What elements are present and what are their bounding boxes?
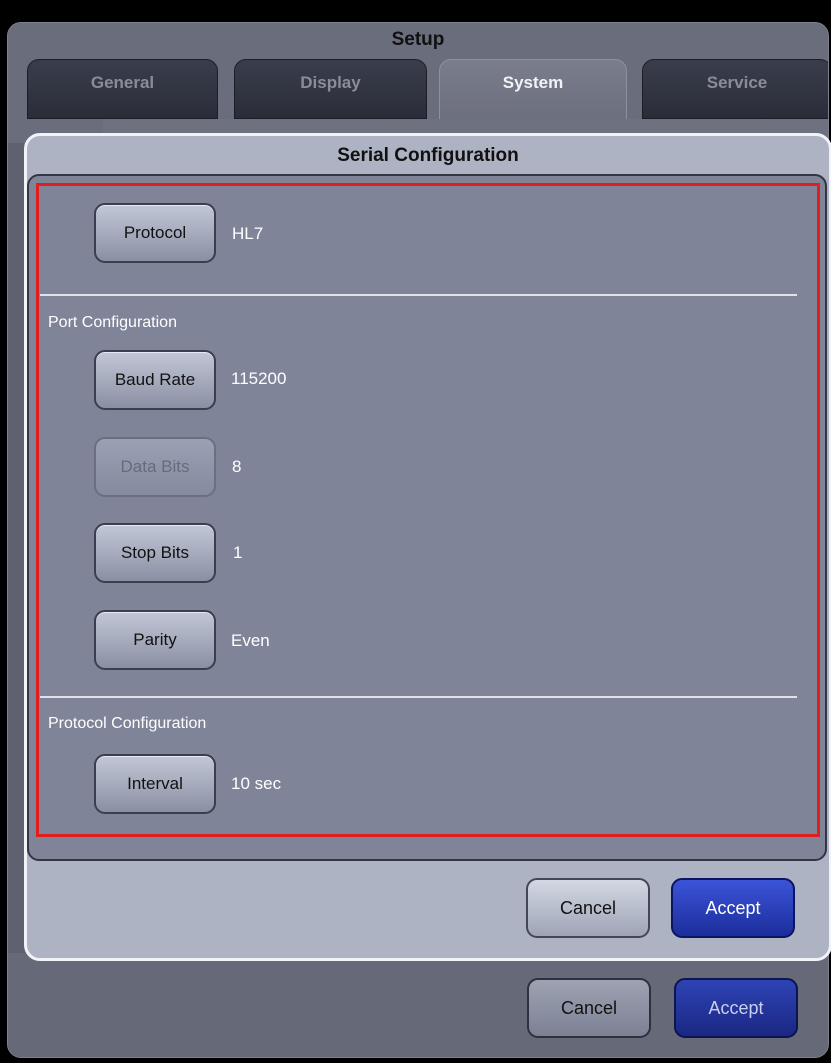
setup-accept-button[interactable]: Accept xyxy=(674,978,798,1038)
accept-button[interactable]: Accept xyxy=(671,878,795,938)
protocol-configuration-label: Protocol Configuration xyxy=(48,715,207,732)
tab-service[interactable]: Service xyxy=(642,59,828,119)
divider xyxy=(40,696,797,698)
protocol-button[interactable]: Protocol xyxy=(94,203,216,263)
data-bits-button: Data Bits xyxy=(94,437,216,497)
divider xyxy=(40,294,797,296)
stop-bits-button[interactable]: Stop Bits xyxy=(94,523,216,583)
dialog-title: Serial Configuration xyxy=(337,145,519,166)
baud-rate-value: 115200 xyxy=(231,369,287,388)
parity-value: Even xyxy=(231,631,270,650)
parity-button[interactable]: Parity xyxy=(94,610,216,670)
port-configuration-label: Port Configuration xyxy=(48,314,177,331)
cancel-button[interactable]: Cancel xyxy=(526,878,650,938)
tab-general[interactable]: General xyxy=(27,59,218,119)
interval-value: 10 sec xyxy=(231,774,282,793)
baud-rate-button[interactable]: Baud Rate xyxy=(94,350,216,410)
stop-bits-value: 1 xyxy=(233,543,243,562)
highlight-box xyxy=(36,183,820,837)
data-bits-value: 8 xyxy=(232,457,242,476)
interval-button[interactable]: Interval xyxy=(94,754,216,814)
tab-display[interactable]: Display xyxy=(234,59,427,119)
protocol-value: HL7 xyxy=(232,224,264,243)
setup-title: Setup xyxy=(391,29,445,50)
setup-cancel-button[interactable]: Cancel xyxy=(527,978,651,1038)
